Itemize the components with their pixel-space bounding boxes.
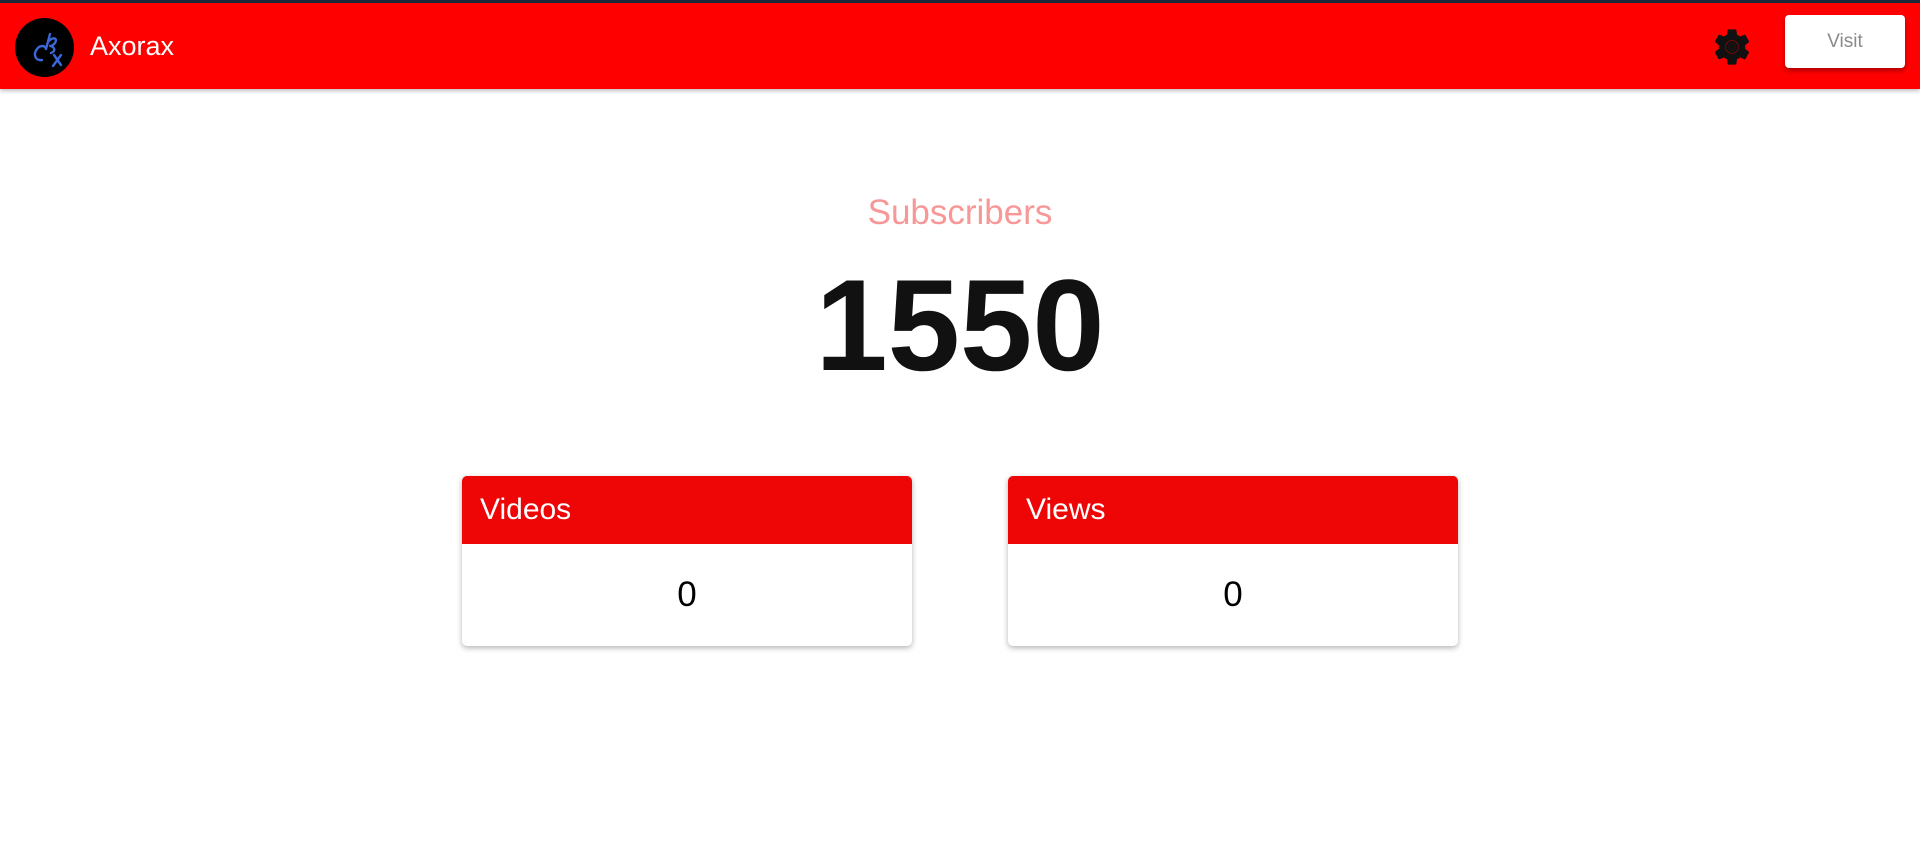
channel-avatar bbox=[15, 18, 74, 77]
logo-icon bbox=[33, 32, 63, 68]
subscribers-count: 1550 bbox=[815, 252, 1105, 398]
app-bar: Axorax Visit bbox=[0, 3, 1920, 89]
brand-name: Axorax bbox=[90, 31, 175, 61]
gear-icon bbox=[1714, 29, 1750, 65]
settings-button[interactable] bbox=[1710, 25, 1754, 69]
views-card: Views 0 bbox=[1008, 476, 1458, 646]
visit-button[interactable]: Visit bbox=[1785, 15, 1905, 68]
subscribers-label: Subscribers bbox=[867, 193, 1053, 232]
videos-count: 0 bbox=[677, 575, 697, 614]
videos-card: Videos 0 bbox=[462, 476, 912, 646]
views-count: 0 bbox=[1223, 575, 1243, 614]
views-card-title: Views bbox=[1008, 476, 1458, 544]
videos-card-title: Videos bbox=[462, 476, 912, 544]
